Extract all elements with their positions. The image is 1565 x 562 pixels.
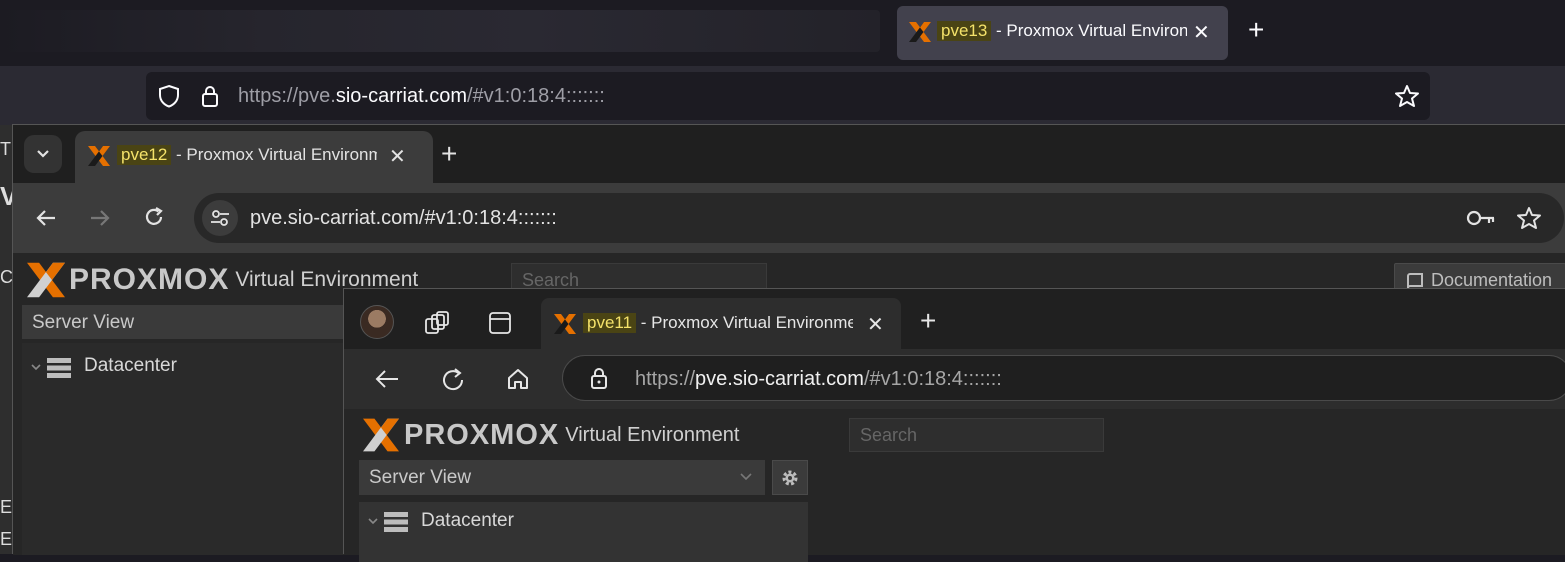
edge-page-proxmox: PROXMOX Virtual Environment Search Serve…: [344, 409, 1565, 562]
tracking-shield-icon[interactable]: [158, 84, 180, 108]
back-arrow-icon[interactable]: [374, 368, 400, 390]
url-prefix: https://: [635, 368, 696, 390]
chevron-down-icon[interactable]: [367, 517, 379, 527]
firefox-tabstrip: pve13 - Proxmox Virtual Environment ✕ +: [0, 0, 1565, 66]
tab-title-rest: - Proxmox Virtual Environment: [636, 313, 853, 332]
new-tab-button[interactable]: +: [1248, 16, 1264, 44]
server-stack-icon: [384, 512, 408, 532]
proxmox-favicon-icon: [909, 22, 931, 42]
edge-window: pve11 - Proxmox Virtual Environment ✕ + …: [343, 288, 1565, 562]
firefox-url-bar[interactable]: https://pve.sio-carriat.com/#v1:0:18:4::…: [146, 72, 1430, 120]
tab-close-button[interactable]: ✕: [1193, 20, 1210, 45]
url-path: /#v1:0:18:4:::::::: [863, 368, 1002, 390]
search-placeholder: Search: [860, 425, 918, 445]
edge-toolbar: https://pve.sio-carriat.com/#v1:0:18:4::…: [344, 349, 1565, 409]
url-domain: pve.sio-carriat.com: [695, 368, 864, 390]
workspaces-icon[interactable]: [424, 311, 450, 335]
new-tab-button[interactable]: +: [920, 307, 936, 335]
new-tab-button[interactable]: +: [441, 140, 457, 168]
tab-site-highlight: pve11: [583, 313, 637, 333]
chrome-omnibox[interactable]: pve.sio-carriat.com/#v1:0:18:4:::::::: [194, 193, 1564, 243]
url-path: /#v1:0:18:4:::::::: [466, 85, 605, 107]
lock-icon[interactable]: [589, 366, 609, 390]
server-stack-icon: [47, 358, 71, 378]
bookmark-star-icon[interactable]: [1394, 84, 1420, 108]
resource-tree: Datacenter: [22, 343, 352, 555]
proxmox-wordmark: PROXMOX: [69, 263, 230, 296]
tab-title: pve12 - Proxmox Virtual Environment: [117, 145, 377, 165]
url-text[interactable]: pve.sio-carriat.com/#v1:0:18:4:::::::: [250, 207, 557, 230]
reload-icon[interactable]: [440, 367, 466, 393]
view-selector-label: Server View: [32, 312, 135, 333]
tab-title-rest: - Proxmox Virtual Environment: [176, 145, 377, 164]
tab-close-button[interactable]: ✕: [867, 312, 884, 337]
view-selector-label: Server View: [369, 467, 472, 488]
tab-title-rest: - Proxmox Virtual Environment: [996, 21, 1187, 40]
chrome-tab-pve12[interactable]: pve12 - Proxmox Virtual Environment ✕: [75, 131, 433, 183]
site-info-button[interactable]: [202, 200, 238, 236]
view-selector[interactable]: Server View: [359, 460, 765, 495]
edge-address-bar[interactable]: https://pve.sio-carriat.com/#v1:0:18:4::…: [562, 355, 1565, 401]
reload-icon[interactable]: [143, 206, 165, 228]
edge-tabstrip: pve11 - Proxmox Virtual Environment ✕ +: [344, 289, 1565, 349]
tab-search-button[interactable]: [24, 135, 62, 173]
back-arrow-icon[interactable]: [35, 207, 57, 229]
chevron-down-icon: [37, 150, 49, 158]
password-key-icon[interactable]: [1466, 209, 1496, 227]
bookmark-star-icon[interactable]: [1516, 206, 1542, 230]
tab-close-button[interactable]: ✕: [389, 144, 406, 169]
proxmox-favicon-icon: [554, 314, 576, 334]
proxmox-x-logo-icon: [363, 418, 399, 452]
tree-label-datacenter[interactable]: Datacenter: [84, 355, 177, 377]
url-text[interactable]: https://pve.sio-carriat.com/#v1:0:18:4::…: [635, 368, 1002, 391]
chrome-toolbar: pve.sio-carriat.com/#v1:0:18:4:::::::: [13, 183, 1565, 253]
product-name: Virtual Environment: [565, 423, 740, 446]
firefox-tab-pve13[interactable]: pve13 - Proxmox Virtual Environment ✕: [897, 6, 1228, 60]
tab-site-highlight: pve13: [937, 21, 992, 41]
chevron-down-icon[interactable]: [30, 363, 42, 373]
tab-title: pve13 - Proxmox Virtual Environment: [937, 21, 1187, 41]
proxmox-logo: PROXMOX Virtual Environment: [360, 417, 739, 453]
url-text[interactable]: https://pve.sio-carriat.com/#v1:0:18:4::…: [238, 85, 605, 108]
url-prefix: https://pve.: [238, 85, 336, 107]
gear-icon: [782, 470, 798, 486]
url-domain: sio-carriat.com: [335, 85, 467, 107]
home-icon[interactable]: [506, 367, 530, 391]
lock-icon[interactable]: [200, 84, 220, 108]
tree-label-datacenter[interactable]: Datacenter: [421, 510, 514, 532]
search-input[interactable]: Search: [849, 418, 1104, 452]
edge-char: T: [0, 139, 11, 159]
tune-icon: [211, 210, 229, 226]
resource-tree: Datacenter: [359, 502, 808, 562]
proxmox-favicon-icon: [88, 146, 110, 166]
chevron-down-icon[interactable]: [739, 472, 753, 482]
proxmox-wordmark: PROXMOX: [404, 418, 560, 451]
tree-settings-button[interactable]: [772, 460, 808, 495]
tab-site-highlight: pve12: [117, 145, 172, 165]
profile-avatar[interactable]: [360, 305, 394, 339]
chrome-tabstrip: pve12 - Proxmox Virtual Environment ✕ +: [13, 125, 1565, 183]
tab-title: pve11 - Proxmox Virtual Environment: [583, 313, 853, 333]
blurred-tabs-area: [0, 10, 880, 52]
proxmox-x-logo-icon: [27, 262, 65, 298]
edge-tab-pve11[interactable]: pve11 - Proxmox Virtual Environment ✕: [541, 298, 901, 349]
view-selector[interactable]: Server View: [22, 305, 352, 339]
forward-arrow-icon[interactable]: [89, 207, 111, 229]
vertical-tabs-icon[interactable]: [488, 311, 512, 335]
